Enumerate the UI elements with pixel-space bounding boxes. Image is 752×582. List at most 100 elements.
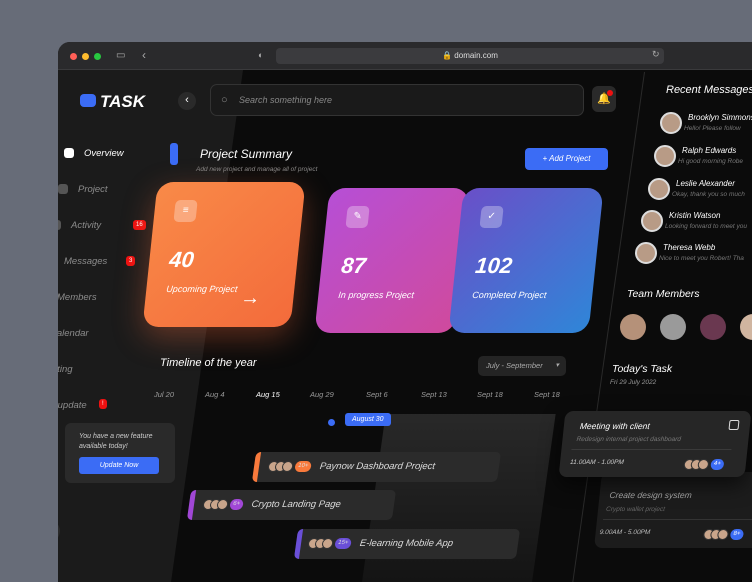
edit-icon: ✎ xyxy=(345,206,370,228)
address-bar[interactable]: 🔒 domain.com xyxy=(276,48,664,64)
divider xyxy=(602,519,752,520)
sidebar-item-new-update[interactable]: New update xyxy=(58,400,87,411)
sidebar-item-overview[interactable]: Overview xyxy=(64,148,124,159)
task-checkbox[interactable] xyxy=(728,420,740,430)
task-time: 9.00AM - 5.00PM xyxy=(599,529,651,536)
task-title: Create design system xyxy=(609,490,693,500)
label: Overview xyxy=(84,148,124,159)
sidebar-item-messages[interactable]: Messages xyxy=(58,256,107,267)
label: Calendar xyxy=(58,328,89,339)
tasks-title: Today's Task xyxy=(612,363,673,375)
sender-name: Brooklyn Simmons xyxy=(688,113,752,122)
date-tick: Sept 18 xyxy=(477,390,503,399)
task-members: 8+ xyxy=(702,526,744,544)
close-button[interactable] xyxy=(70,53,77,60)
search-placeholder: Search something here xyxy=(239,95,333,105)
sender-name: Leslie Alexander xyxy=(676,179,735,188)
avatar[interactable] xyxy=(620,314,646,340)
message-preview: Okay, thank you so much xyxy=(672,191,745,198)
sidebar-item-members[interactable]: Members xyxy=(58,292,97,303)
sidebar-item-activity[interactable]: Activity xyxy=(58,220,101,231)
notification-dot xyxy=(607,90,613,96)
upcoming-card[interactable]: ≡ 40 Upcoming Project → xyxy=(142,182,306,327)
avatar[interactable] xyxy=(740,314,752,340)
date-tick: Sept 13 xyxy=(421,390,447,399)
card-label: Upcoming Project xyxy=(165,284,238,294)
arrow-right-icon[interactable]: → xyxy=(239,287,261,310)
collapse-sidebar-button[interactable]: ‹ xyxy=(178,92,196,110)
card-label: Completed Project xyxy=(471,290,547,300)
activity-icon xyxy=(58,220,61,231)
project-name: E-learning Mobile App xyxy=(359,538,454,549)
message-preview: Hello! Please follow xyxy=(684,125,741,132)
timeline-project-bar[interactable]: 6+ Crypto Landing Page xyxy=(186,490,397,520)
update-now-button[interactable]: Update Now xyxy=(79,457,159,474)
label: New update xyxy=(58,400,87,411)
timeline-marker-dot xyxy=(328,419,335,426)
reload-icon[interactable]: ↻ xyxy=(652,49,660,60)
avatar xyxy=(660,112,682,134)
task-card[interactable]: Meeting with client Redesign internal pr… xyxy=(558,411,752,477)
member-count: 4+ xyxy=(710,459,725,471)
member-count: 6+ xyxy=(229,498,244,510)
timeline-project-bar[interactable]: 10+ Paynow Dashboard Project xyxy=(251,452,502,482)
task-card[interactable]: Create design system Crypto wallet proje… xyxy=(594,472,752,548)
avatar[interactable] xyxy=(660,314,686,340)
timeline-title: Timeline of the year xyxy=(160,357,257,369)
team-title: Team Members xyxy=(627,288,700,300)
search-input[interactable]: ○ Search something here xyxy=(210,84,584,116)
avatar xyxy=(641,210,663,232)
label: Project xyxy=(78,184,108,195)
avatar[interactable] xyxy=(700,314,726,340)
avatar xyxy=(216,498,229,510)
sidebar-item-project[interactable]: Project xyxy=(58,184,108,195)
date-tick: Aug 4 xyxy=(205,390,225,399)
update-popup-text: You have a new feature available today! xyxy=(79,433,153,450)
label: Messages xyxy=(64,256,108,267)
range-dropdown[interactable]: July - September ▾ xyxy=(478,356,566,376)
sender-name: Kristin Watson xyxy=(669,211,721,220)
messages-badge: 3 xyxy=(126,256,136,266)
timeline-marker-label: August 30 xyxy=(345,413,391,426)
card-value: 87 xyxy=(340,253,368,278)
folder-icon xyxy=(58,184,68,195)
back-icon[interactable]: ‹ xyxy=(142,48,146,62)
brand-logo[interactable]: TASK xyxy=(80,92,145,112)
completed-card[interactable]: ✓ 102 Completed Project xyxy=(448,188,604,333)
message-preview: Hi good morning Robe xyxy=(678,158,744,165)
sidebar-item-calendar[interactable]: Calendar xyxy=(58,328,89,339)
notification-bell-icon[interactable]: 🔔 xyxy=(592,86,616,112)
maximize-button[interactable] xyxy=(94,53,101,60)
range-value: July - September xyxy=(486,361,543,370)
browser-window: ▭ ‹ ◐ 🔒 domain.com ↻ TASK Overview Proje… xyxy=(58,42,752,582)
document-icon: ≡ xyxy=(173,200,198,222)
avatar xyxy=(648,178,670,200)
grid-icon xyxy=(64,148,74,159)
timeline-project-bar[interactable]: 15+ E-learning Mobile App xyxy=(293,529,521,559)
divider xyxy=(571,449,732,450)
message-preview: Looking forward to meet you xyxy=(665,223,748,230)
section-title: Project Summary xyxy=(200,147,293,161)
avatar xyxy=(281,460,294,472)
browser-toolbar: ▭ ‹ ◐ 🔒 domain.com ↻ xyxy=(58,42,752,70)
label: Setting xyxy=(58,364,73,375)
minimize-button[interactable] xyxy=(82,53,89,60)
task-time: 11.00AM - 1.00PM xyxy=(569,459,625,466)
sidebar-item-setting[interactable]: Setting xyxy=(58,364,73,375)
logo-icon xyxy=(80,94,96,107)
card-value: 102 xyxy=(474,253,514,278)
project-name: Paynow Dashboard Project xyxy=(319,461,436,472)
brand-name: TASK xyxy=(100,92,146,111)
avatar xyxy=(654,145,676,167)
check-icon: ✓ xyxy=(479,206,504,228)
url-text: domain.com xyxy=(454,51,498,60)
task-subtitle: Redesign internal project dashboard xyxy=(576,436,682,443)
sidebar-toggle-icon[interactable]: ▭ xyxy=(116,50,125,61)
task-title: Meeting with client xyxy=(579,421,651,431)
label: Activity xyxy=(71,220,102,231)
add-project-button[interactable]: + Add Project xyxy=(525,148,608,170)
messages-title: Recent Messages xyxy=(666,84,752,96)
sender-name: Theresa Webb xyxy=(663,243,716,252)
in-progress-card[interactable]: ✎ 87 In progress Project xyxy=(314,188,470,333)
activity-badge: 16 xyxy=(133,220,146,230)
